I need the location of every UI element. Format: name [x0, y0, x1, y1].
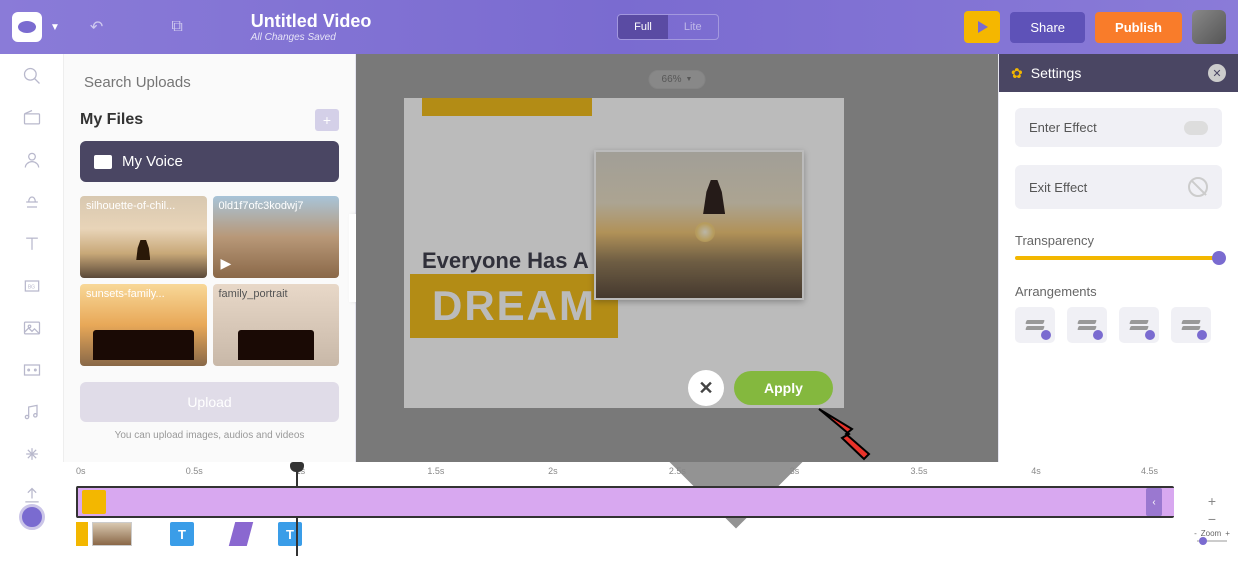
folder-label: My Voice	[122, 153, 183, 170]
search-icon[interactable]	[22, 66, 42, 86]
add-folder-button[interactable]: +	[315, 109, 339, 131]
arrangements-label: Arrangements	[1015, 284, 1222, 299]
zoom-out-button[interactable]: −	[1208, 511, 1216, 527]
video-icon[interactable]	[22, 360, 42, 380]
clip-image[interactable]	[92, 522, 132, 546]
text-icon[interactable]	[22, 234, 42, 254]
upload-thumb[interactable]: sunsets-family...	[80, 284, 207, 366]
apply-button[interactable]: Apply	[734, 371, 833, 405]
scenes-icon[interactable]	[22, 108, 42, 128]
canvas[interactable]: 66%▼ Everyone Has A DREAM ✕ Apply	[356, 54, 998, 462]
arrange-front-button[interactable]	[1015, 307, 1055, 343]
props-icon[interactable]	[22, 192, 42, 212]
play-button[interactable]	[964, 11, 1000, 43]
clip-text[interactable]: T	[278, 522, 302, 546]
clip-text[interactable]: T	[170, 522, 194, 546]
play-icon: ▶	[221, 255, 232, 272]
timeline-track-elements[interactable]: T T	[76, 522, 1174, 546]
timeline: 0s 0.5s 1s 1.5s 2s 2.5s 3s 3.5s 4s 4.5s …	[0, 462, 1238, 572]
enter-effect-row[interactable]: Enter Effect	[1015, 108, 1222, 147]
transparency-slider[interactable]	[1015, 256, 1222, 260]
exit-effect-row[interactable]: Exit Effect	[1015, 165, 1222, 209]
dim-overlay	[356, 54, 998, 462]
timeline-zoom-slider[interactable]	[1197, 540, 1227, 542]
character-icon[interactable]	[22, 150, 42, 170]
arrange-backward-button[interactable]	[1119, 307, 1159, 343]
search-uploads-input[interactable]	[80, 66, 339, 103]
gear-icon: ✿	[1011, 65, 1023, 82]
share-button[interactable]: Share	[1010, 12, 1085, 43]
timeline-avatar-icon[interactable]	[19, 504, 45, 530]
zoom-in-button[interactable]: +	[1208, 493, 1216, 509]
svg-text:BG: BG	[27, 285, 34, 291]
cancel-button[interactable]: ✕	[688, 370, 724, 406]
effects-icon[interactable]	[22, 444, 42, 464]
arrange-forward-button[interactable]	[1067, 307, 1107, 343]
publish-button[interactable]: Publish	[1095, 12, 1182, 43]
image-icon[interactable]	[22, 318, 42, 338]
app-logo[interactable]	[12, 12, 42, 42]
arrow-pointer-icon	[814, 404, 884, 464]
mode-full[interactable]: Full	[618, 15, 668, 39]
tool-rail: BG	[0, 54, 64, 462]
scene-thumb	[82, 490, 106, 514]
upload-note: You can upload images, audios and videos	[80, 430, 339, 441]
folder-icon	[94, 155, 112, 169]
close-settings-button[interactable]: ✕	[1208, 64, 1226, 82]
timeline-ruler[interactable]: 0s 0.5s 1s 1.5s 2s 2.5s 3s 3.5s 4s 4.5s	[76, 466, 1174, 482]
settings-title: Settings	[1031, 65, 1082, 81]
clip-yellow[interactable]	[76, 522, 88, 546]
uploads-panel: My Files + My Voice silhouette-of-chil..…	[64, 54, 356, 462]
settings-panel: ✿ Settings ✕ Enter Effect Exit Effect Tr…	[998, 54, 1238, 462]
user-avatar[interactable]	[1192, 10, 1226, 44]
none-icon	[1188, 177, 1208, 197]
upload-button[interactable]: Upload	[80, 382, 339, 422]
transparency-label: Transparency	[1015, 233, 1222, 248]
audio-icon[interactable]	[22, 402, 42, 422]
chevron-down-icon[interactable]: ▼	[50, 22, 60, 33]
arrange-back-button[interactable]	[1171, 307, 1211, 343]
my-files-heading: My Files	[80, 111, 143, 129]
save-status: All Changes Saved	[251, 32, 372, 43]
mode-toggle[interactable]: Full Lite	[617, 14, 718, 40]
clip-transition[interactable]	[229, 522, 253, 546]
mode-lite[interactable]: Lite	[668, 15, 718, 39]
background-icon[interactable]: BG	[22, 276, 42, 296]
copy-icon[interactable]: ⧉	[171, 18, 182, 36]
upload-thumb[interactable]: silhouette-of-chil...	[80, 196, 207, 278]
upload-thumb[interactable]: family_portrait	[213, 284, 340, 366]
project-title[interactable]: Untitled Video	[251, 11, 372, 32]
folder-my-voice[interactable]: My Voice	[80, 141, 339, 182]
track-handle[interactable]: ‹	[1146, 488, 1162, 516]
upload-thumb[interactable]: 0ld1f7ofc3kodwj7▶	[213, 196, 340, 278]
toggle-icon	[1184, 121, 1208, 135]
undo-icon[interactable]: ↶	[90, 17, 103, 37]
timeline-track-scene[interactable]: ‹	[76, 486, 1174, 518]
